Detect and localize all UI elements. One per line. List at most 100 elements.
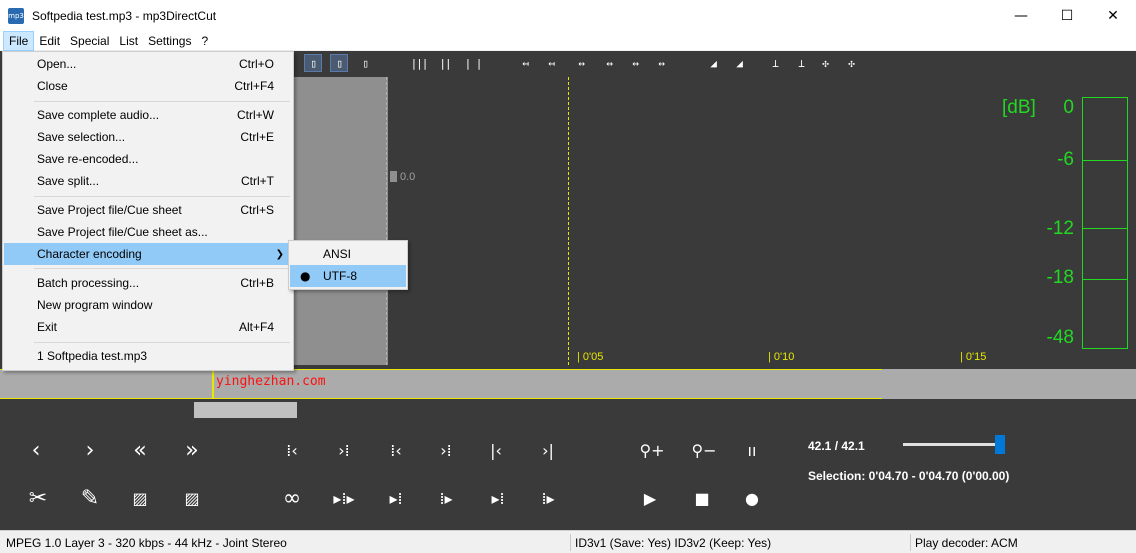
menu-list[interactable]: List: [114, 31, 143, 51]
pause-icon[interactable]: | |: [464, 54, 483, 72]
play-from-cut-icon[interactable]: ⁞▸: [428, 483, 464, 513]
menu-help[interactable]: ?: [196, 31, 213, 51]
page-icon[interactable]: ▯: [304, 54, 322, 72]
zoom-fit-icon[interactable]: ıı: [734, 435, 770, 465]
play-selection-icon[interactable]: ▸⁞▸: [326, 483, 362, 513]
cue-left2-icon[interactable]: ↤: [542, 54, 560, 72]
menu-save-selection[interactable]: Save selection... Ctrl+E: [4, 126, 292, 148]
menu-settings[interactable]: Settings: [143, 31, 196, 51]
menu-special[interactable]: Special: [65, 31, 114, 51]
sel-end-right-icon[interactable]: ›⁞: [428, 435, 464, 465]
menu-recent-file-label: 1 Softpedia test.mp3: [37, 349, 148, 363]
play-region-icon[interactable]: ⁞▸: [530, 483, 566, 513]
sel-start-right-icon[interactable]: ›⁞: [326, 435, 362, 465]
fast-forward-icon[interactable]: »: [174, 435, 210, 465]
menu-batch[interactable]: Batch processing... Ctrl+B: [4, 272, 292, 294]
menu-exit[interactable]: Exit Alt+F4: [4, 316, 292, 338]
fade-pattern2-icon[interactable]: ▨: [174, 483, 210, 513]
minimize-button[interactable]: —: [998, 0, 1044, 31]
encoding-utf8-label: UTF-8: [323, 269, 357, 283]
menu-new-window-label: New program window: [37, 298, 153, 312]
menu-batch-shortcut: Ctrl+B: [240, 276, 274, 290]
chevron-right-icon: ❯: [275, 248, 284, 260]
fade-pattern-icon[interactable]: ▨: [122, 483, 158, 513]
menu-character-encoding[interactable]: Character encoding ❯: [4, 243, 292, 265]
menu-save-reencoded[interactable]: Save re-encoded...: [4, 148, 292, 170]
cue-mid-icon[interactable]: ↔: [572, 54, 590, 72]
zoom-in-icon[interactable]: ⚲+: [634, 435, 670, 465]
encoding-ansi[interactable]: ANSI: [290, 243, 406, 265]
expand2-icon[interactable]: ✣: [842, 54, 860, 72]
selection-edge: [386, 77, 388, 365]
rewind-icon[interactable]: «: [122, 435, 158, 465]
position-readout: 42.1 / 42.1: [808, 439, 865, 453]
level-meter: [1082, 97, 1128, 349]
next-icon[interactable]: ›: [72, 435, 108, 465]
expand-icon[interactable]: ✣: [816, 54, 834, 72]
go-start-icon[interactable]: |‹: [478, 435, 514, 465]
menu-save-split[interactable]: Save split... Ctrl+T: [4, 170, 292, 192]
status-decoder: Play decoder: ACM: [915, 536, 1018, 550]
menu-save-project-as[interactable]: Save Project file/Cue sheet as...: [4, 221, 292, 243]
cue-mid2-icon[interactable]: ↔: [600, 54, 618, 72]
sel-end-left-icon[interactable]: ⁞‹: [378, 435, 414, 465]
scrollbar-thumb[interactable]: [194, 402, 297, 418]
record-icon[interactable]: ●: [734, 483, 770, 513]
cue-double-icon[interactable]: ↔: [626, 54, 644, 72]
time-tick-10: | 0'10: [768, 351, 795, 363]
menu-open[interactable]: Open... Ctrl+O: [4, 53, 292, 75]
play-to-cut-icon[interactable]: ▸⁞: [378, 483, 414, 513]
bars2-icon[interactable]: ||: [436, 54, 454, 72]
status-id3: ID3v1 (Save: Yes) ID3v2 (Keep: Yes): [575, 536, 772, 550]
cut-icon[interactable]: ✂: [20, 483, 56, 513]
waveform-selection[interactable]: [292, 77, 388, 365]
meter-label-0: 0: [1063, 97, 1074, 118]
menu-exit-label: Exit: [37, 320, 58, 334]
menu-batch-label: Batch processing...: [37, 276, 140, 290]
menu-recent-file[interactable]: 1 Softpedia test.mp3: [4, 345, 292, 367]
maximize-button[interactable]: ☐: [1044, 0, 1090, 31]
volume-slider-thumb[interactable]: [995, 435, 1005, 454]
split2-icon[interactable]: ⊥: [792, 54, 810, 72]
go-end-icon[interactable]: ›|: [530, 435, 566, 465]
watermark-text: yinghezhan.com: [216, 374, 326, 389]
status-separator: [570, 534, 571, 551]
cue-double2-icon[interactable]: ↔: [652, 54, 670, 72]
fade-in-icon[interactable]: ◢: [704, 54, 722, 72]
page-marked-icon[interactable]: ▯: [330, 54, 348, 72]
pencil-icon[interactable]: ✎: [72, 483, 108, 513]
level-marker-label: 0.0: [400, 171, 416, 183]
time-tick-15: | 0'15: [960, 351, 987, 363]
cue-left-icon[interactable]: ↤: [516, 54, 534, 72]
menu-save-selection-label: Save selection...: [37, 130, 126, 144]
sel-start-left-icon[interactable]: ⁞‹: [274, 435, 310, 465]
menu-save-split-shortcut: Ctrl+T: [241, 174, 274, 188]
fade-out-icon[interactable]: ◢: [730, 54, 748, 72]
window-title: Softpedia test.mp3 - mp3DirectCut: [32, 8, 217, 23]
prev-icon[interactable]: ‹: [18, 435, 54, 465]
loop-icon[interactable]: ∞: [274, 483, 310, 513]
status-bar: MPEG 1.0 Layer 3 - 320 kbps - 44 kHz - J…: [0, 530, 1136, 553]
level-marker-handle[interactable]: [390, 171, 397, 182]
menu-separator: [34, 342, 290, 343]
encoding-utf8[interactable]: ● UTF-8: [290, 265, 406, 287]
split-icon[interactable]: ⊥: [766, 54, 784, 72]
bars-icon[interactable]: |||: [410, 54, 429, 72]
close-button[interactable]: ✕: [1090, 0, 1136, 31]
menu-character-encoding-label: Character encoding: [37, 247, 142, 261]
menu-save-split-label: Save split...: [37, 174, 100, 188]
menu-close[interactable]: Close Ctrl+F4: [4, 75, 292, 97]
menu-save-project[interactable]: Save Project file/Cue sheet Ctrl+S: [4, 199, 292, 221]
volume-slider-track[interactable]: [903, 443, 1003, 446]
page-plain-icon[interactable]: ▯: [356, 54, 374, 72]
zoom-out-icon[interactable]: ⚲−: [686, 435, 722, 465]
play-end-icon[interactable]: ▸⁞: [480, 483, 516, 513]
menu-file[interactable]: File: [3, 30, 35, 51]
menu-save-project-as-label: Save Project file/Cue sheet as...: [37, 225, 208, 239]
menu-save-complete[interactable]: Save complete audio... Ctrl+W: [4, 104, 292, 126]
play-icon[interactable]: ▶: [632, 483, 668, 513]
menu-new-window[interactable]: New program window: [4, 294, 292, 316]
menu-open-shortcut: Ctrl+O: [238, 57, 274, 71]
menu-edit[interactable]: Edit: [34, 31, 65, 51]
stop-icon[interactable]: ■: [684, 483, 720, 513]
